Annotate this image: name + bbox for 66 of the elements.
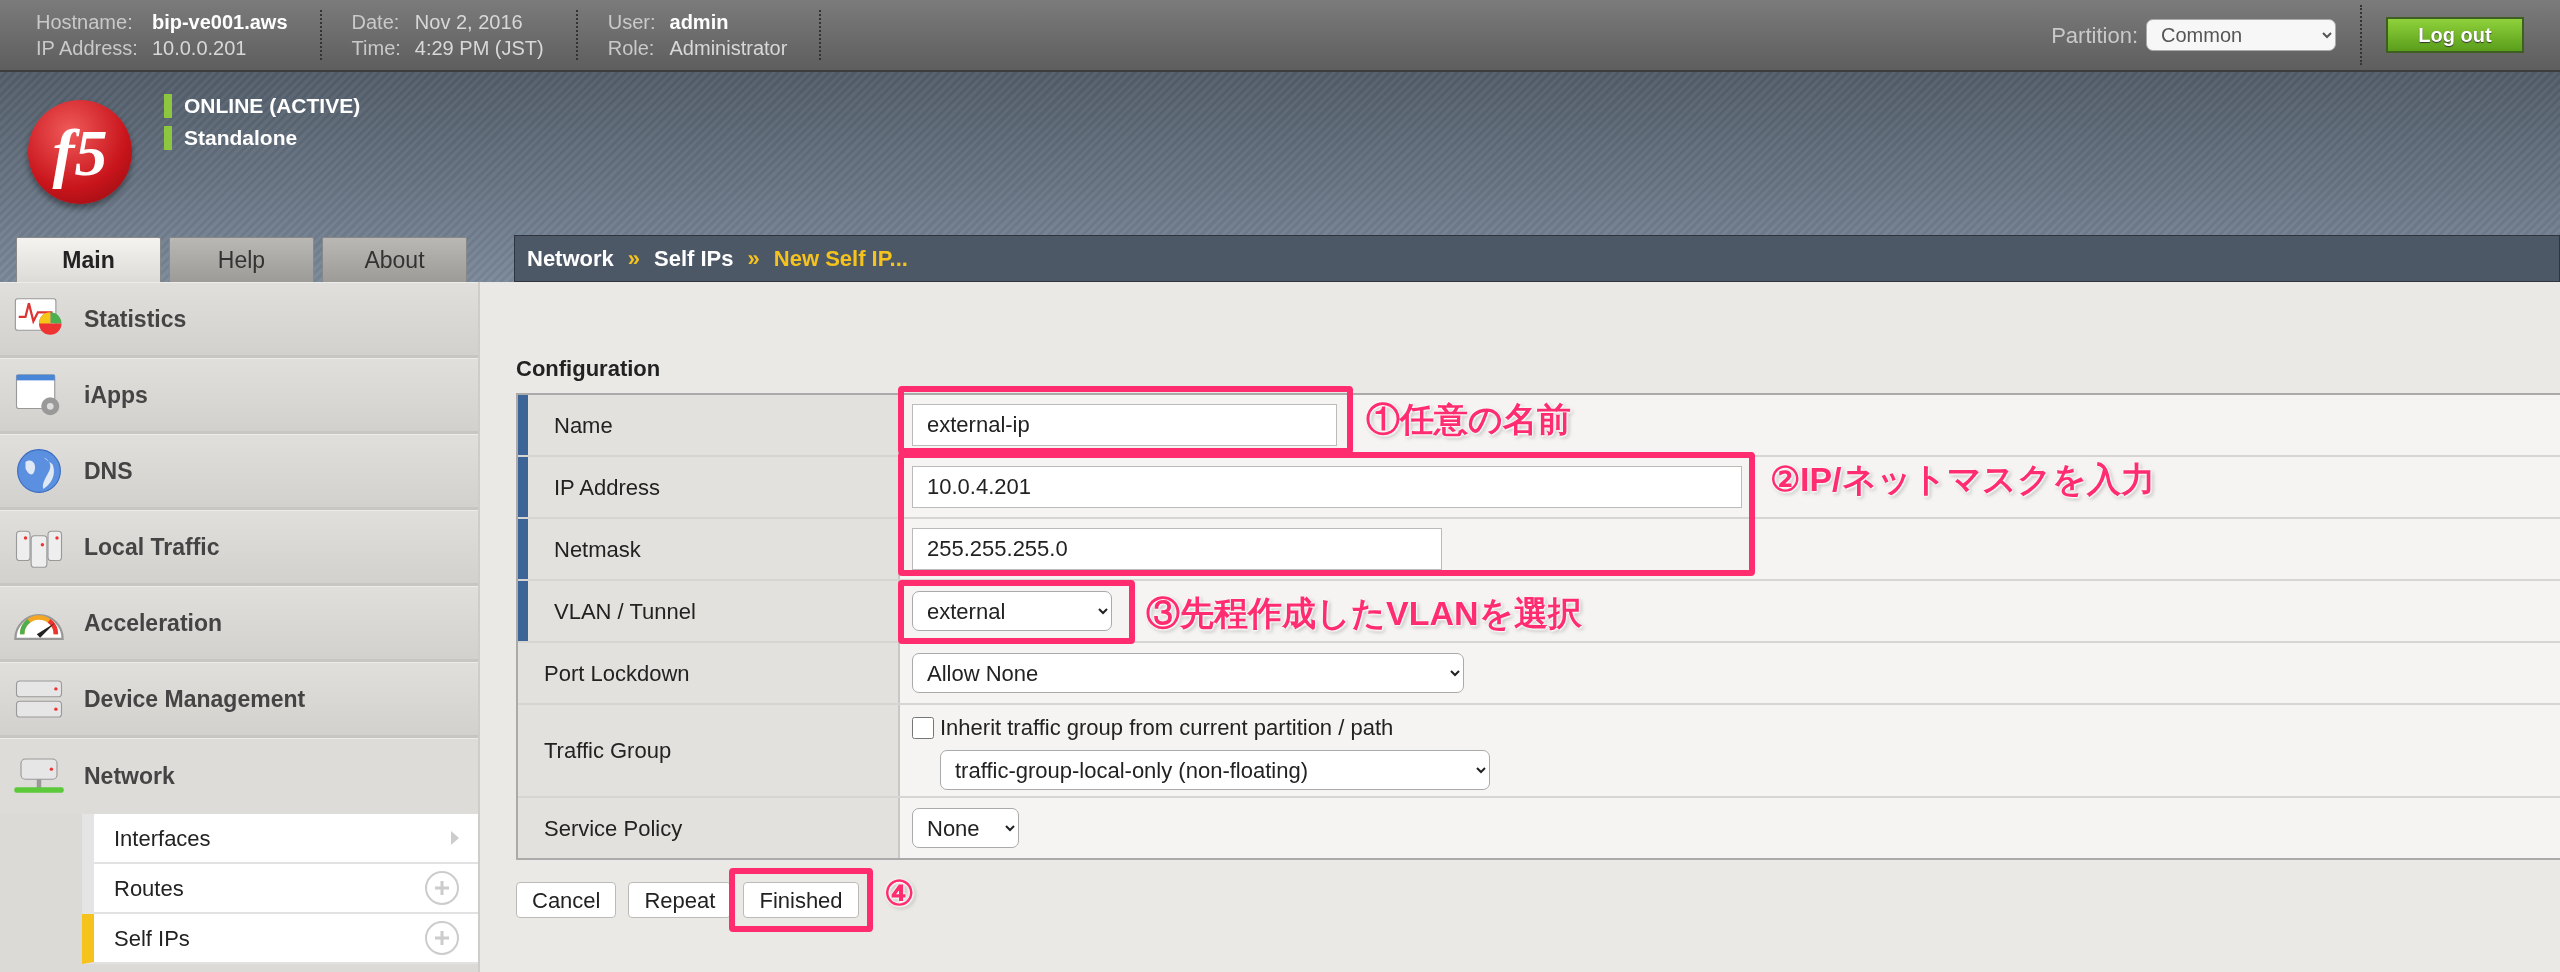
info-value: 10.0.0.201: [151, 36, 248, 60]
breadcrumb-link[interactable]: Self IPs: [654, 242, 734, 275]
dropdown[interactable]: Allow None: [912, 653, 1464, 693]
form-button[interactable]: Finished: [743, 882, 859, 918]
annotation-text: ④: [884, 873, 914, 914]
field-label: Traffic Group: [518, 705, 900, 796]
subitem-label: Self IPs: [114, 924, 190, 953]
status-text: Standalone: [184, 125, 298, 152]
input-field[interactable]: 10.0.4.201: [912, 466, 1742, 508]
form-button[interactable]: Repeat: [628, 882, 732, 918]
field-label: Name: [518, 395, 900, 455]
info-value: 4:29 PM (JST): [414, 36, 544, 60]
add-icon[interactable]: [424, 920, 460, 956]
info-label: Role:: [607, 36, 656, 60]
info-value: Nov 2, 2016: [414, 10, 524, 34]
sidebar-subitem[interactable]: Self IPs: [82, 914, 478, 964]
breadcrumb-separator: »: [627, 245, 641, 273]
tab[interactable]: Help: [169, 237, 314, 282]
sidebar-item[interactable]: DNS: [0, 434, 478, 510]
field-label: Port Lockdown: [518, 643, 900, 703]
sidebar-item[interactable]: Acceleration: [0, 586, 478, 662]
field-label: IP Address: [518, 457, 900, 517]
logo: f5: [28, 100, 132, 204]
breadcrumb-current: New Self IP...: [773, 245, 908, 273]
info-value: Administrator: [669, 36, 788, 60]
form-button[interactable]: Cancel: [516, 882, 617, 918]
annotation-text: ①任意の名前: [1366, 399, 1571, 440]
info-label: Hostname:: [36, 10, 134, 34]
section-title: Configuration: [516, 355, 662, 383]
status-text: ONLINE (ACTIVE): [184, 93, 361, 120]
status-indicator: [164, 126, 172, 150]
field-label: VLAN / Tunnel: [518, 581, 900, 641]
breadcrumb-separator: »: [747, 245, 760, 273]
info-value: admin: [669, 10, 730, 34]
info-label: IP Address:: [36, 36, 138, 60]
sidebar-item[interactable]: Device Management: [0, 662, 478, 738]
checkbox-label: Inherit traffic group from current partition / path: [940, 714, 1394, 742]
subitem-label: Routes: [114, 874, 184, 903]
tab[interactable]: About: [322, 237, 467, 282]
info-label: User:: [607, 10, 656, 34]
input-field[interactable]: external-ip: [912, 404, 1337, 446]
sidebar-subitem[interactable]: Routes: [94, 864, 478, 914]
sidebar-item[interactable]: Statistics: [0, 282, 478, 358]
partition-select[interactable]: Common: [2146, 19, 2336, 51]
add-icon[interactable]: [424, 870, 460, 906]
subitem-label: Interfaces: [114, 824, 211, 853]
dropdown[interactable]: traffic-group-local-only (non-floating): [940, 750, 1490, 790]
tab[interactable]: Main: [16, 237, 161, 282]
breadcrumb-link[interactable]: Network: [527, 242, 614, 275]
annotation-text: ②IP/ネットマスクを入力: [1770, 459, 2155, 500]
field-label: Netmask: [518, 519, 900, 579]
info-label: Date:: [351, 10, 401, 34]
dropdown[interactable]: external: [912, 591, 1112, 631]
info-label: Time:: [351, 36, 401, 60]
arrow-icon[interactable]: [450, 830, 460, 846]
sidebar-item[interactable]: Local Traffic: [0, 510, 478, 586]
field-label: Service Policy: [518, 798, 900, 858]
input-field[interactable]: 255.255.255.0: [912, 528, 1442, 570]
info-value: bip-ve001.aws: [151, 10, 288, 34]
annotation-text: ③先程作成したVLANを選択: [1146, 593, 1582, 634]
checkbox[interactable]: [912, 716, 934, 739]
sidebar-subitem[interactable]: Interfaces: [94, 814, 478, 864]
dropdown[interactable]: None: [912, 808, 1019, 848]
sidebar-item[interactable]: iApps: [0, 358, 478, 434]
partition-label: Partition:: [2051, 21, 2138, 50]
status-indicator: [164, 94, 172, 118]
